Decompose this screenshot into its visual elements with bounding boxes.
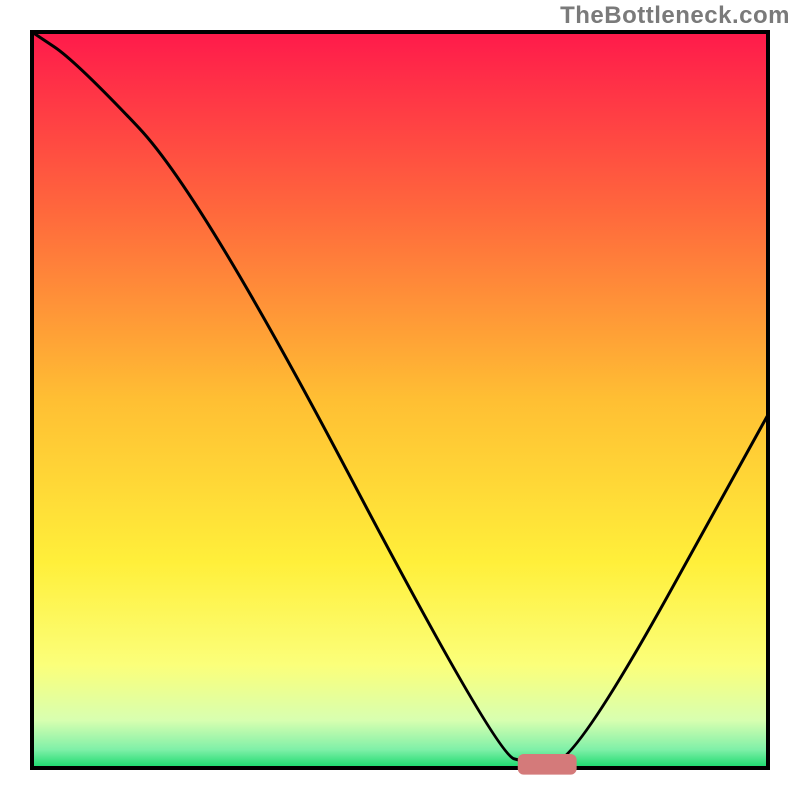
optimal-band-marker (518, 754, 577, 775)
watermark-text: TheBottleneck.com (560, 2, 790, 30)
plot-background (32, 32, 768, 768)
chart-svg (0, 0, 800, 800)
chart-frame: TheBottleneck.com (0, 0, 800, 800)
